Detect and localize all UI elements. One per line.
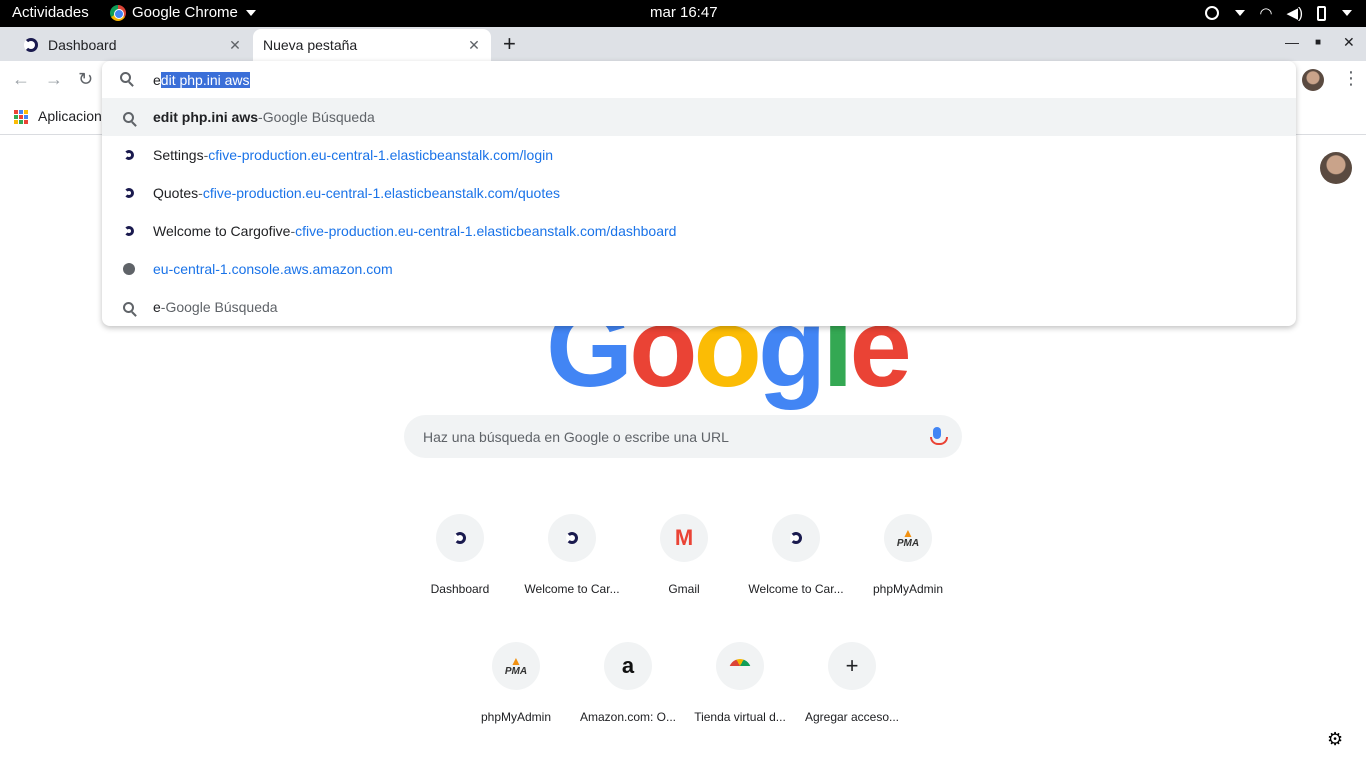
chrome-store-icon <box>729 659 751 673</box>
suggestion-detail: Google Búsqueda <box>165 299 278 315</box>
suggestion-url: cfive-production.eu-central-1.elasticbea… <box>202 185 560 201</box>
maximize-icon[interactable]: ■ <box>1315 37 1321 48</box>
gmail-icon: M <box>674 525 694 550</box>
chrome-icon <box>110 4 126 21</box>
cargofive-icon <box>566 532 578 544</box>
chevron-down-icon[interactable] <box>1235 10 1246 16</box>
profile-avatar[interactable] <box>1302 69 1324 91</box>
omnibox-dropdown: edit php.ini aws edit php.ini aws - Goog… <box>102 61 1296 326</box>
shortcut-label: phpMyAdmin <box>872 582 944 596</box>
omnibox-input[interactable]: edit php.ini aws <box>102 61 1296 99</box>
shortcut-tile[interactable]: PMA phpMyAdmin <box>852 514 964 596</box>
activities-button[interactable]: Actividades <box>12 4 89 21</box>
tab-strip: Dashboard ✕ Nueva pestaña ✕ + — ■ ✕ <box>0 27 1366 61</box>
clock[interactable]: mar 16:47 <box>650 4 718 21</box>
close-icon[interactable]: ✕ <box>224 37 246 54</box>
typed-text: e <box>153 72 161 88</box>
forward-arrow-icon[interactable]: → <box>45 69 63 90</box>
suggestion-url: eu-central-1.console.aws.amazon.com <box>153 261 393 277</box>
tab-new-tab[interactable]: Nueva pestaña ✕ <box>253 29 491 61</box>
cargofive-icon <box>123 188 134 198</box>
suggestion-row[interactable]: Welcome to Cargofive - cfive-production.… <box>102 212 1296 250</box>
suggestion-title: e <box>153 299 161 315</box>
apps-grid-icon[interactable] <box>14 110 28 124</box>
amazon-icon: a <box>621 653 635 678</box>
circle-status-icon[interactable] <box>1205 6 1220 20</box>
shortcut-tile[interactable]: Welcome to Car... <box>516 514 628 596</box>
system-tray[interactable]: ◠ ◀) <box>1205 4 1352 22</box>
reload-icon[interactable]: ↻ <box>78 69 93 90</box>
suggestion-detail: Google Búsqueda <box>262 109 375 125</box>
microphone-icon[interactable] <box>930 427 948 445</box>
shortcut-label: Tienda virtual d... <box>694 710 786 724</box>
cargofive-icon <box>123 150 134 160</box>
cargofive-icon <box>454 532 466 544</box>
system-top-bar: Actividades Google Chrome mar 16:47 ◠ ◀) <box>0 0 1366 27</box>
minimize-icon[interactable]: — <box>1285 34 1299 50</box>
phpmyadmin-icon: PMA <box>505 656 527 677</box>
shortcut-label: Welcome to Car... <box>748 582 844 596</box>
suggestion-row[interactable]: edit php.ini aws - Google Búsqueda <box>102 98 1296 136</box>
suggestion-row[interactable]: Quotes - cfive-production.eu-central-1.e… <box>102 174 1296 212</box>
search-placeholder: Haz una búsqueda en Google o escribe una… <box>423 429 729 445</box>
menu-kebab-icon[interactable]: ⋮ <box>1342 68 1360 89</box>
app-menu[interactable]: Google Chrome <box>110 4 256 21</box>
shortcut-tile[interactable]: Welcome to Car... <box>740 514 852 596</box>
account-avatar[interactable] <box>1320 152 1352 184</box>
shortcut-label: Agregar acceso... <box>804 710 900 724</box>
suggestion-title: edit php.ini aws <box>153 109 259 125</box>
shortcut-label: Gmail <box>668 582 700 596</box>
new-tab-button[interactable]: + <box>503 31 516 57</box>
shortcut-tile[interactable]: Tienda virtual d... <box>684 642 796 724</box>
shortcut-tile[interactable]: a Amazon.com: O... <box>572 642 684 724</box>
suggestion-url: cfive-production.eu-central-1.elasticbea… <box>208 147 553 163</box>
gear-icon[interactable]: ⚙ <box>1327 729 1343 750</box>
suggestion-title: Settings <box>153 147 204 163</box>
tab-dashboard[interactable]: Dashboard ✕ <box>8 29 252 61</box>
volume-icon[interactable]: ◀) <box>1286 4 1303 22</box>
search-icon <box>123 111 134 123</box>
suggestion-title: Welcome to Cargofive <box>153 223 291 239</box>
shortcut-tile[interactable]: M Gmail <box>628 514 740 596</box>
cargofive-icon <box>24 38 38 52</box>
shortcut-label: Welcome to Car... <box>524 582 620 596</box>
search-icon <box>120 72 131 83</box>
globe-icon <box>122 263 135 275</box>
shortcut-tile[interactable]: PMA phpMyAdmin <box>460 642 572 724</box>
add-icon: + <box>845 653 859 678</box>
window-close-icon[interactable]: ✕ <box>1343 34 1355 51</box>
tab-title: Dashboard <box>48 37 117 53</box>
app-menu-label: Google Chrome <box>132 4 238 21</box>
suggestion-row[interactable]: e - Google Búsqueda <box>102 288 1296 326</box>
chevron-down-icon <box>245 9 256 16</box>
suggestion-url: cfive-production.eu-central-1.elasticbea… <box>295 223 677 239</box>
add-shortcut-tile[interactable]: + Agregar acceso... <box>796 642 908 724</box>
google-search-box[interactable]: Haz una búsqueda en Google o escribe una… <box>404 415 962 458</box>
back-arrow-icon[interactable]: ← <box>12 69 30 90</box>
wifi-icon[interactable]: ◠ <box>1259 4 1272 22</box>
suggestion-title: Quotes <box>153 185 199 201</box>
search-icon <box>123 301 134 313</box>
shortcut-label: phpMyAdmin <box>480 710 552 724</box>
shortcut-label: Amazon.com: O... <box>579 710 677 724</box>
phpmyadmin-icon: PMA <box>897 528 919 549</box>
omnibox-text[interactable]: edit php.ini aws <box>153 72 250 88</box>
suggestion-row[interactable]: Settings - cfive-production.eu-central-1… <box>102 136 1296 174</box>
tab-title: Nueva pestaña <box>263 37 358 53</box>
shortcut-label: Dashboard <box>430 582 490 596</box>
close-icon[interactable]: ✕ <box>463 37 485 54</box>
cargofive-icon <box>790 532 802 544</box>
battery-icon[interactable] <box>1317 5 1326 21</box>
chevron-down-icon[interactable] <box>1342 10 1352 16</box>
cargofive-icon <box>123 226 134 236</box>
shortcut-tile[interactable]: Dashboard <box>404 514 516 596</box>
autocomplete-selection: dit php.ini aws <box>160 72 250 88</box>
suggestion-row[interactable]: eu-central-1.console.aws.amazon.com <box>102 250 1296 288</box>
